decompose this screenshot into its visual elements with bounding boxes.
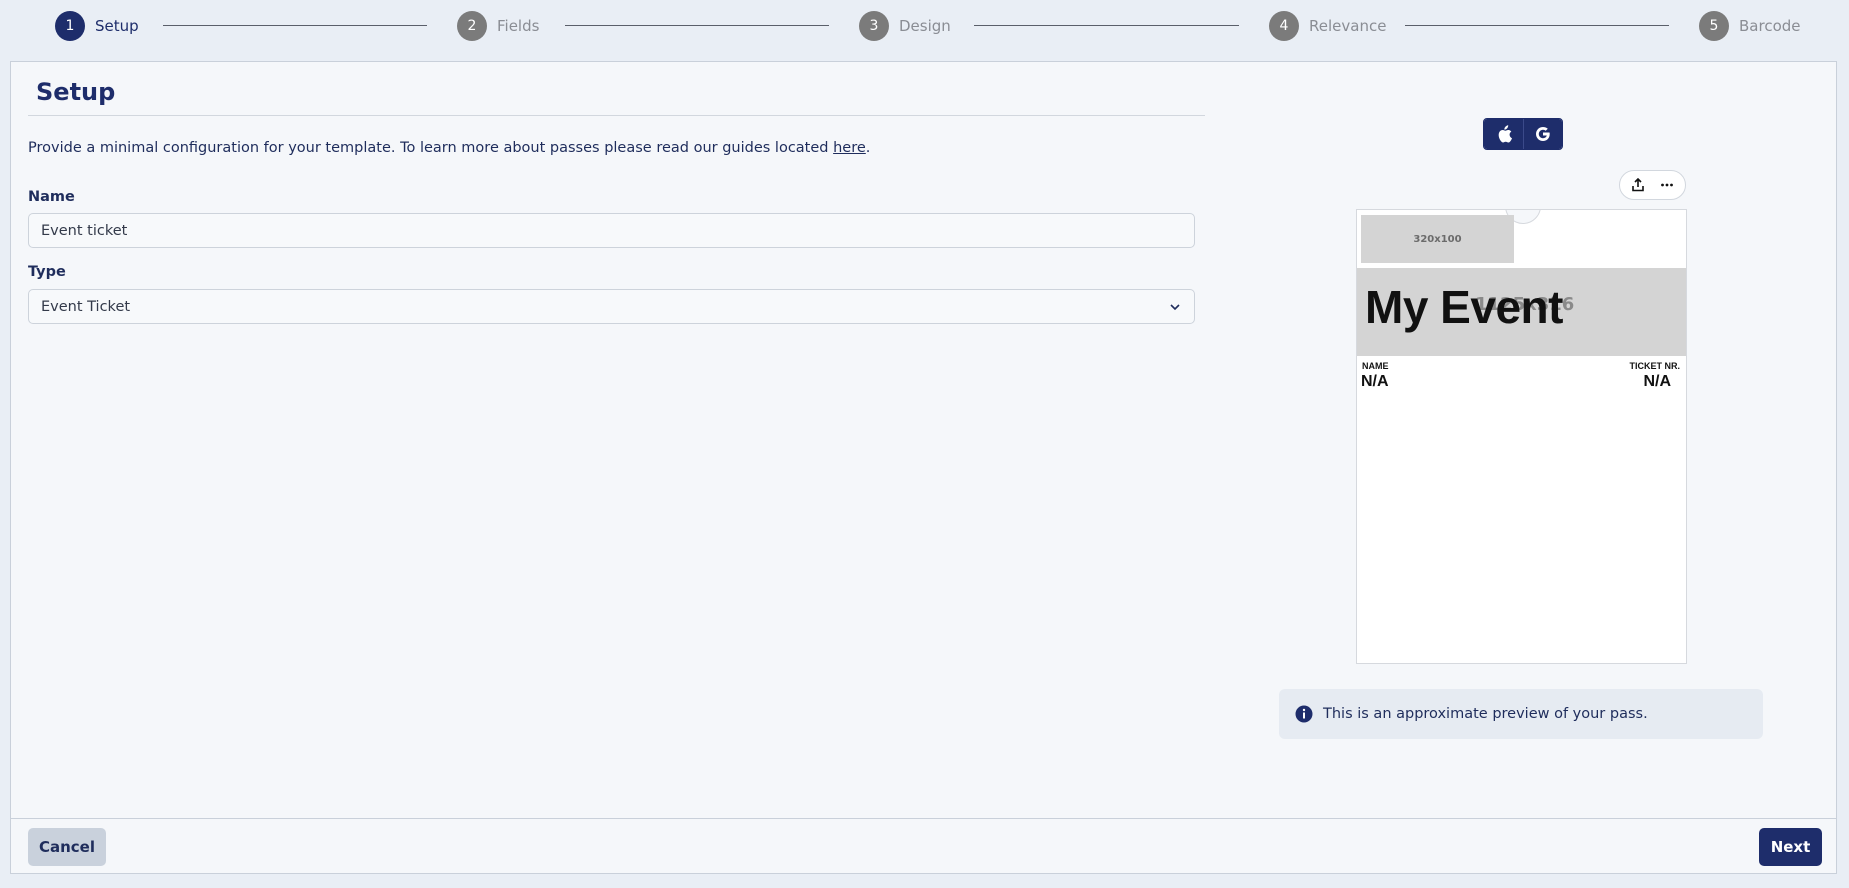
ticket-field-value: N/A	[1643, 373, 1671, 390]
step-label: Setup	[95, 17, 139, 35]
step-number: 3	[859, 11, 889, 41]
info-icon	[1295, 705, 1313, 723]
page-title: Setup	[36, 78, 116, 106]
step-setup[interactable]: 1 Setup	[55, 11, 139, 41]
step-fields[interactable]: 2 Fields	[457, 11, 539, 41]
info-text: This is an approximate preview of your p…	[1323, 706, 1648, 722]
step-label: Design	[899, 17, 951, 35]
divider	[28, 115, 1205, 116]
chevron-down-icon	[1170, 303, 1180, 310]
preview-toolbar	[1619, 170, 1686, 200]
event-title: My Event	[1365, 281, 1563, 333]
step-number: 2	[457, 11, 487, 41]
pass-preview: 320x100 1125x316 My Event NAME N/A TICKE…	[1356, 209, 1687, 664]
setup-card: Setup Provide a minimal configuration fo…	[10, 61, 1837, 874]
ticket-field-label: TICKET NR.	[1629, 361, 1681, 371]
logo-placeholder: 320x100	[1361, 215, 1514, 263]
step-barcode[interactable]: 5 Barcode	[1699, 11, 1801, 41]
apple-icon	[1498, 125, 1512, 143]
step-connector	[565, 25, 829, 26]
step-connector	[163, 25, 427, 26]
guides-link[interactable]: here	[833, 140, 866, 156]
type-select-value: Event Ticket	[41, 298, 131, 315]
preview-info-box: This is an approximate preview of your p…	[1279, 689, 1763, 739]
step-connector	[1405, 25, 1669, 26]
name-input[interactable]: Event ticket	[28, 213, 1195, 248]
next-button[interactable]: Next	[1759, 828, 1822, 866]
step-number: 5	[1699, 11, 1729, 41]
step-number: 4	[1269, 11, 1299, 41]
footer-divider	[11, 818, 1836, 819]
share-icon	[1632, 178, 1645, 192]
strip-image-placeholder: 1125x316 My Event	[1357, 268, 1686, 356]
cancel-button[interactable]: Cancel	[28, 828, 106, 866]
type-select[interactable]: Event Ticket	[28, 289, 1195, 324]
step-connector	[974, 25, 1239, 26]
name-field-value: N/A	[1361, 373, 1389, 390]
intro-body: Provide a minimal configuration for your…	[28, 140, 834, 156]
progress-stepper: 1 Setup 2 Fields 3 Design 4 Relevance 5 …	[0, 0, 1849, 52]
name-field-label: NAME	[1362, 361, 1389, 371]
name-label: Name	[28, 189, 75, 205]
step-design[interactable]: 3 Design	[859, 11, 951, 41]
intro-text: Provide a minimal configuration for your…	[28, 140, 870, 156]
type-label: Type	[28, 264, 66, 280]
more-icon	[1660, 183, 1673, 187]
name-input-value: Event ticket	[41, 222, 128, 239]
intro-end: .	[865, 140, 871, 156]
step-label: Relevance	[1309, 17, 1387, 35]
google-platform-button[interactable]	[1523, 119, 1562, 149]
platform-toggle	[1483, 118, 1563, 150]
share-button[interactable]	[1627, 174, 1649, 196]
step-number: 1	[55, 11, 85, 41]
step-label: Fields	[497, 17, 540, 35]
google-icon	[1536, 127, 1550, 141]
apple-platform-button[interactable]	[1484, 119, 1523, 149]
step-relevance[interactable]: 4 Relevance	[1269, 11, 1386, 41]
more-button[interactable]	[1656, 174, 1678, 196]
step-label: Barcode	[1739, 17, 1801, 35]
